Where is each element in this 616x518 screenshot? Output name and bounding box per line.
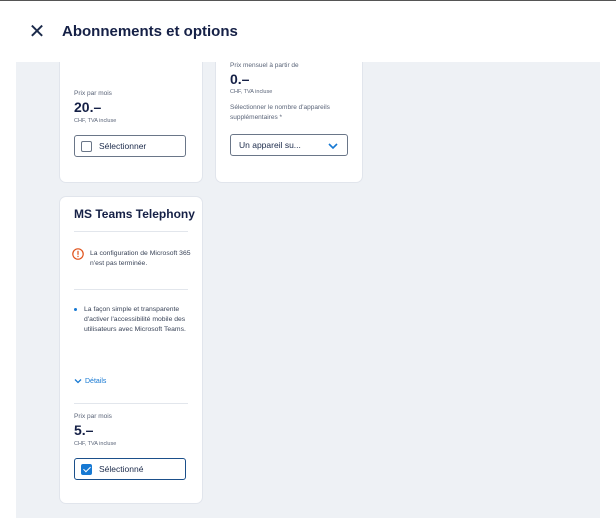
top-bar: ✕ Abonnements et options xyxy=(0,0,616,62)
select-button-label: Sélectionner xyxy=(99,141,147,151)
chevron-down-icon xyxy=(327,139,339,157)
checkbox-checked-icon xyxy=(81,464,92,475)
vat-note: CHF, TVA incluse xyxy=(74,118,117,124)
warning-icon xyxy=(72,247,84,260)
price-value: 5.– xyxy=(74,422,94,438)
select-button[interactable]: Sélectionner xyxy=(74,135,186,157)
feature-bullet: La façon simple et transparente d'active… xyxy=(74,305,186,335)
page-title: Abonnements et options xyxy=(62,23,238,40)
chevron-down-icon xyxy=(74,379,82,384)
price-value: 0.– xyxy=(230,71,250,87)
details-toggle[interactable]: Détails xyxy=(74,377,106,385)
divider xyxy=(74,231,188,232)
option-card-2: Prix mensuel à partir de 0.– CHF, TVA in… xyxy=(216,62,362,182)
device-count-label: Sélectionner le nombre d'appareils suppl… xyxy=(230,104,330,121)
selected-button[interactable]: Sélectionné xyxy=(74,458,186,480)
close-icon[interactable]: ✕ xyxy=(28,22,46,42)
checkbox-icon xyxy=(81,141,92,152)
divider xyxy=(74,403,188,404)
device-count-select[interactable]: Un appareil su... xyxy=(230,134,348,156)
select-value: Un appareil su... xyxy=(239,140,301,150)
details-label: Détails xyxy=(85,377,107,385)
price-value: 20.– xyxy=(74,99,102,115)
divider xyxy=(74,289,188,290)
card-title: MS Teams Telephony xyxy=(74,207,195,221)
price-label: Prix par mois xyxy=(74,413,112,420)
vat-note: CHF, TVA incluse xyxy=(230,89,273,95)
price-label: Prix par mois xyxy=(74,90,112,97)
warning-message: La configuration de Microsoft 365 n'est … xyxy=(90,250,191,267)
ms-teams-telephony-card: MS Teams Telephony La configuration de M… xyxy=(60,197,202,503)
selected-button-label: Sélectionné xyxy=(99,464,144,474)
vat-note: CHF, TVA incluse xyxy=(74,441,117,447)
price-label: Prix mensuel à partir de xyxy=(230,62,299,69)
option-card-1: Prix par mois 20.– CHF, TVA incluse Séle… xyxy=(60,62,202,182)
content-area: Prix par mois 20.– CHF, TVA incluse Séle… xyxy=(16,62,600,518)
